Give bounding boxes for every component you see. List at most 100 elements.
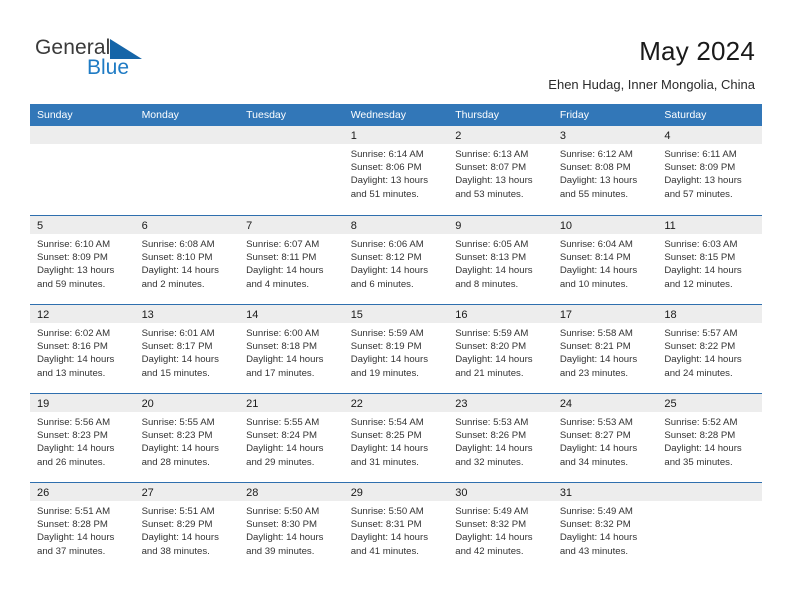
day-number-bar: 12	[30, 305, 135, 323]
sunrise-text: Sunrise: 6:08 AM	[141, 239, 215, 250]
day-number-bar: 5	[30, 216, 135, 234]
day-number-bar: 29	[343, 483, 449, 501]
daylight-text-line1: Daylight: 14 hours	[559, 354, 638, 366]
calendar-day-cell[interactable]: 24 Sunrise: 5:53 AM Sunset: 8:27 PM Dayligh…	[552, 394, 658, 482]
day-details: Sunrise: 5:51 AM Sunset: 8:28 PM Daylight:…	[30, 501, 135, 558]
day-number: 16	[455, 309, 468, 321]
logo-text-blue: Blue	[87, 56, 130, 79]
daylight-text-line2: and 39 minutes.	[246, 545, 315, 557]
daylight-text-line1: Daylight: 13 hours	[37, 265, 115, 277]
calendar-day-cell[interactable]: 13 Sunrise: 6:01 AM Sunset: 8:17 PM Dayligh…	[134, 305, 240, 393]
calendar-day-cell[interactable]: 9 Sunrise: 6:05 AM Sunset: 8:13 PM Daylight…	[448, 216, 553, 304]
day-details	[239, 144, 344, 148]
daylight-text-line1: Daylight: 14 hours	[664, 354, 742, 366]
sunset-text: Sunset: 8:20 PM	[455, 341, 527, 353]
calendar-week-row: 1 Sunrise: 6:14 AM Sunset: 8:06 PM Daylight…	[30, 126, 762, 215]
day-number-bar: 18	[657, 305, 762, 323]
daylight-text-line2: and 43 minutes.	[559, 545, 629, 557]
sunset-text: Sunset: 8:25 PM	[350, 430, 422, 442]
calendar-day-cell[interactable]: 27 Sunrise: 5:51 AM Sunset: 8:29 PM Dayligh…	[134, 483, 240, 571]
calendar-day-cell[interactable]: 3 Sunrise: 6:12 AM Sunset: 8:08 PM Daylight…	[552, 126, 658, 215]
day-details: Sunrise: 6:13 AM Sunset: 8:07 PM Daylight:…	[448, 144, 553, 201]
sunrise-text: Sunrise: 5:53 AM	[455, 417, 529, 428]
daylight-text-line2: and 8 minutes.	[455, 278, 519, 290]
calendar-day-cell[interactable]: 28 Sunrise: 5:50 AM Sunset: 8:30 PM Dayligh…	[239, 483, 344, 571]
day-details: Sunrise: 5:59 AM Sunset: 8:19 PM Daylight:…	[344, 323, 449, 380]
calendar-day-cell[interactable]: 30 Sunrise: 5:49 AM Sunset: 8:32 PM Dayligh…	[448, 483, 553, 571]
generalblue-logo[interactable]: General Blue	[35, 36, 195, 86]
day-number: 6	[141, 220, 148, 232]
daylight-text-line2: and 2 minutes.	[141, 278, 205, 290]
daylight-text-line1: Daylight: 14 hours	[559, 265, 638, 277]
daylight-text-line2: and 34 minutes.	[559, 456, 629, 468]
day-number: 31	[559, 487, 573, 499]
daylight-text-line1: Daylight: 14 hours	[455, 443, 533, 455]
calendar-day-cell[interactable]: 31 Sunrise: 5:49 AM Sunset: 8:32 PM Dayligh…	[552, 483, 658, 571]
location-subtitle: Ehen Hudag, Inner Mongolia, China	[548, 77, 755, 92]
daylight-text-line2: and 37 minutes.	[37, 545, 106, 557]
calendar-day-cell[interactable]: 22 Sunrise: 5:54 AM Sunset: 8:25 PM Dayligh…	[343, 394, 449, 482]
day-number-bar: 6	[134, 216, 240, 234]
daylight-text-line1: Daylight: 14 hours	[141, 354, 219, 366]
calendar-day-cell[interactable]: 5 Sunrise: 6:10 AM Sunset: 8:09 PM Daylight…	[30, 216, 135, 304]
day-details: Sunrise: 6:11 AM Sunset: 8:09 PM Daylight:…	[657, 144, 762, 201]
day-details: Sunrise: 6:03 AM Sunset: 8:15 PM Daylight:…	[657, 234, 762, 291]
calendar-day-cell[interactable]: 10 Sunrise: 6:04 AM Sunset: 8:14 PM Dayligh…	[552, 216, 658, 304]
day-details: Sunrise: 6:12 AM Sunset: 8:08 PM Daylight:…	[553, 144, 658, 201]
calendar-day-cell[interactable]: 15 Sunrise: 5:59 AM Sunset: 8:19 PM Dayligh…	[343, 305, 449, 393]
sunset-text: Sunset: 8:18 PM	[246, 341, 318, 353]
calendar-day-cell-empty	[134, 126, 240, 215]
daylight-text-line2: and 32 minutes.	[455, 456, 524, 468]
day-number: 2	[455, 130, 462, 142]
calendar-day-cell[interactable]: 23 Sunrise: 5:53 AM Sunset: 8:26 PM Dayligh…	[448, 394, 553, 482]
calendar-day-cell[interactable]: 4 Sunrise: 6:11 AM Sunset: 8:09 PM Daylight…	[657, 126, 762, 215]
sunrise-text: Sunrise: 6:06 AM	[350, 239, 424, 250]
daylight-text-line2: and 12 minutes.	[664, 278, 733, 290]
daylight-text-line1: Daylight: 14 hours	[350, 354, 429, 366]
calendar-day-cell[interactable]: 12 Sunrise: 6:02 AM Sunset: 8:16 PM Dayligh…	[30, 305, 135, 393]
calendar-day-cell[interactable]: 8 Sunrise: 6:06 AM Sunset: 8:12 PM Daylight…	[343, 216, 449, 304]
sunrise-text: Sunrise: 5:49 AM	[559, 506, 633, 517]
calendar-day-cell[interactable]: 26 Sunrise: 5:51 AM Sunset: 8:28 PM Dayligh…	[30, 483, 135, 571]
weekday-header-thursday: Thursday	[455, 109, 500, 121]
calendar-day-cell[interactable]: 19 Sunrise: 5:56 AM Sunset: 8:23 PM Dayligh…	[30, 394, 135, 482]
sunset-text: Sunset: 8:21 PM	[559, 341, 631, 353]
calendar-day-cell[interactable]: 18 Sunrise: 5:57 AM Sunset: 8:22 PM Dayligh…	[657, 305, 762, 393]
daylight-text-line1: Daylight: 14 hours	[455, 532, 533, 544]
weekday-header-friday: Friday	[559, 109, 589, 121]
day-number: 1	[350, 130, 357, 142]
day-details: Sunrise: 6:14 AM Sunset: 8:06 PM Daylight:…	[344, 144, 449, 201]
daylight-text-line2: and 28 minutes.	[141, 456, 210, 468]
day-number-bar: 14	[239, 305, 344, 323]
calendar-day-cell[interactable]: 29 Sunrise: 5:50 AM Sunset: 8:31 PM Dayligh…	[343, 483, 449, 571]
day-details: Sunrise: 6:02 AM Sunset: 8:16 PM Daylight:…	[30, 323, 135, 380]
calendar-day-cell[interactable]: 11 Sunrise: 6:03 AM Sunset: 8:15 PM Dayligh…	[657, 216, 762, 304]
calendar-day-cell[interactable]: 16 Sunrise: 5:59 AM Sunset: 8:20 PM Dayligh…	[448, 305, 553, 393]
sunset-text: Sunset: 8:22 PM	[664, 341, 736, 353]
calendar-day-cell[interactable]: 1 Sunrise: 6:14 AM Sunset: 8:06 PM Daylight…	[343, 126, 449, 215]
sunrise-text: Sunrise: 5:50 AM	[246, 506, 320, 517]
sunset-text: Sunset: 8:17 PM	[141, 341, 213, 353]
day-number: 21	[246, 398, 259, 410]
daylight-text-line1: Daylight: 14 hours	[559, 443, 638, 455]
calendar-day-cell[interactable]: 17 Sunrise: 5:58 AM Sunset: 8:21 PM Dayligh…	[552, 305, 658, 393]
day-number-bar: 30	[448, 483, 553, 501]
calendar-day-cell[interactable]: 7 Sunrise: 6:07 AM Sunset: 8:11 PM Daylight…	[239, 216, 344, 304]
calendar-day-cell[interactable]: 21 Sunrise: 5:55 AM Sunset: 8:24 PM Dayligh…	[239, 394, 344, 482]
daylight-text-line2: and 41 minutes.	[350, 545, 419, 557]
weekday-header-saturday: Saturday	[664, 109, 707, 121]
daylight-text-line2: and 55 minutes.	[559, 188, 629, 200]
calendar-day-cell[interactable]: 14 Sunrise: 6:00 AM Sunset: 8:18 PM Dayligh…	[239, 305, 344, 393]
calendar-day-cell[interactable]: 20 Sunrise: 5:55 AM Sunset: 8:23 PM Dayligh…	[134, 394, 240, 482]
day-details: Sunrise: 5:49 AM Sunset: 8:32 PM Daylight:…	[553, 501, 658, 558]
day-details: Sunrise: 6:10 AM Sunset: 8:09 PM Daylight:…	[30, 234, 135, 291]
day-number: 11	[664, 220, 676, 232]
calendar-day-cell[interactable]: 2 Sunrise: 6:13 AM Sunset: 8:07 PM Daylight…	[448, 126, 553, 215]
day-number-bar: 17	[552, 305, 658, 323]
day-number: 19	[37, 398, 50, 410]
calendar-day-cell-empty	[30, 126, 135, 215]
calendar-day-cell[interactable]: 6 Sunrise: 6:08 AM Sunset: 8:10 PM Daylight…	[134, 216, 240, 304]
day-number: 22	[350, 398, 363, 410]
day-number: 17	[559, 309, 573, 321]
calendar-day-cell[interactable]: 25 Sunrise: 5:52 AM Sunset: 8:28 PM Dayligh…	[657, 394, 762, 482]
